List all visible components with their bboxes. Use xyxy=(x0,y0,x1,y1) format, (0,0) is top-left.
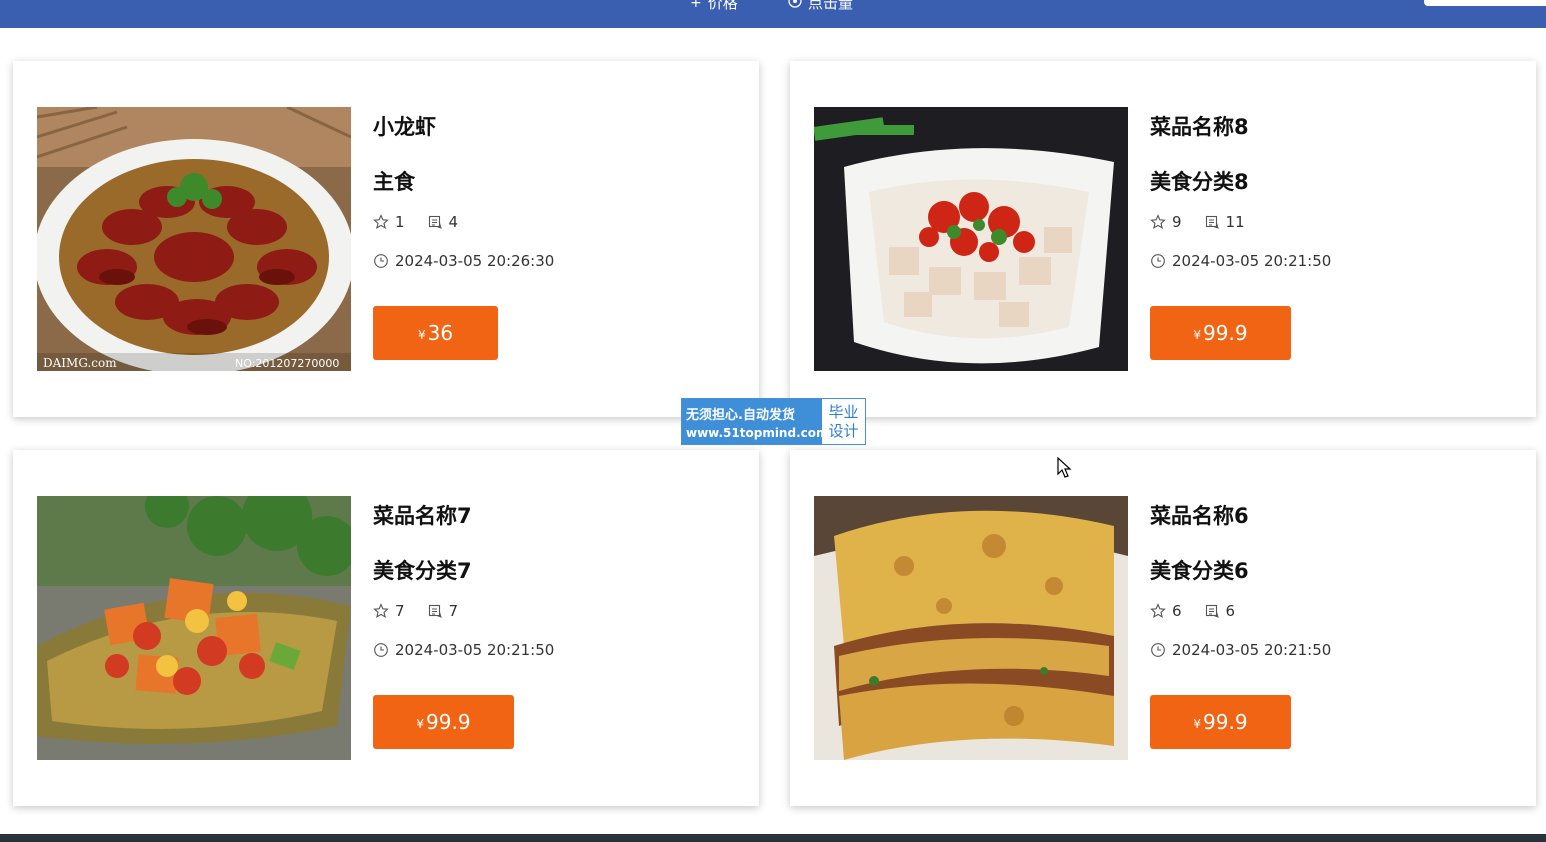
star-icon xyxy=(373,214,389,230)
dish-category: 美食分类6 xyxy=(1150,559,1249,583)
sort-by-price[interactable]: + 价格 xyxy=(690,0,738,13)
price-value: 99.9 xyxy=(1203,321,1248,345)
currency-symbol: ¥ xyxy=(1193,717,1202,731)
comment-icon xyxy=(427,214,443,230)
dish-name[interactable]: 菜品名称7 xyxy=(373,500,472,530)
eye-icon xyxy=(788,0,802,12)
time-text: 2024-03-05 20:21:50 xyxy=(395,641,555,659)
dish-name[interactable]: 菜品名称8 xyxy=(1150,111,1249,141)
sort-views-label: 点击量 xyxy=(808,0,854,12)
star-icon xyxy=(373,603,389,619)
dish-stats: 1 4 xyxy=(373,213,458,231)
comment-icon xyxy=(1204,214,1220,230)
star-icon xyxy=(1150,603,1166,619)
mouse-cursor-icon xyxy=(1057,456,1073,479)
pineapple-sweet-sour-dish-image xyxy=(37,496,351,760)
like-count: 1 xyxy=(395,213,405,231)
comment-icon xyxy=(1204,603,1220,619)
price-value: 99.9 xyxy=(426,710,471,734)
time-text: 2024-03-05 20:21:50 xyxy=(1172,252,1332,270)
dish-category: 美食分类7 xyxy=(373,559,472,583)
like-count: 7 xyxy=(395,602,405,620)
dish-stats: 6 6 xyxy=(1150,602,1235,620)
clock-icon xyxy=(1150,642,1166,658)
price-button[interactable]: ¥99.9 xyxy=(373,695,514,749)
dish-category: 美食分类8 xyxy=(1150,170,1249,194)
dish-card[interactable]: 菜品名称6 美食分类6 6 6 2024-03-05 20:21:50 ¥99.… xyxy=(790,450,1536,806)
watermark-line2: www.51topmind.com xyxy=(686,425,829,440)
comment-count: 6 xyxy=(1225,602,1236,620)
price-value: 36 xyxy=(427,321,454,345)
dish-image[interactable] xyxy=(814,107,1128,371)
image-watermark-right: NO:201207270000 xyxy=(235,357,339,370)
site-watermark-badge: 无须担心.自动发货 www.51topmind.com 毕业 设计 xyxy=(681,398,866,445)
currency-symbol: ¥ xyxy=(416,717,425,731)
dish-time: 2024-03-05 20:21:50 xyxy=(373,641,554,659)
dish-time: 2024-03-05 20:21:50 xyxy=(1150,641,1331,659)
price-button[interactable]: ¥99.9 xyxy=(1150,306,1291,360)
comment-count: 4 xyxy=(448,213,459,231)
dish-time: 2024-03-05 20:21:50 xyxy=(1150,252,1331,270)
like-count: 9 xyxy=(1172,213,1182,231)
search-input[interactable] xyxy=(1424,0,1546,6)
egg-pancake-roll-image xyxy=(814,496,1128,760)
dish-stats: 7 7 xyxy=(373,602,458,620)
dish-image[interactable]: DAIMG.com NO:201207270000 xyxy=(37,107,351,371)
sort-by-views[interactable]: 点击量 xyxy=(788,0,853,13)
dish-card[interactable]: 菜品名称7 美食分类7 7 7 2024-03-05 20:21:50 ¥99.… xyxy=(13,450,759,806)
price-button[interactable]: ¥99.9 xyxy=(1150,695,1291,749)
dish-time: 2024-03-05 20:26:30 xyxy=(373,252,554,270)
comment-count: 11 xyxy=(1225,213,1245,231)
watermark-text-block: 无须担心.自动发货 www.51topmind.com xyxy=(682,399,829,444)
like-count: 6 xyxy=(1172,602,1182,620)
sort-price-label: 价格 xyxy=(707,0,738,12)
dish-name[interactable]: 小龙虾 xyxy=(373,111,436,141)
currency-symbol: ¥ xyxy=(417,328,426,342)
price-value: 99.9 xyxy=(1203,710,1248,734)
image-watermark-left: DAIMG.com xyxy=(43,356,117,370)
price-button[interactable]: ¥36 xyxy=(373,306,498,360)
clock-icon xyxy=(1150,253,1166,269)
crayfish-dish-image: DAIMG.com NO:201207270000 xyxy=(37,107,351,371)
dish-category: 主食 xyxy=(373,170,415,194)
dish-card[interactable]: 菜品名称8 美食分类8 9 11 2024-03-05 20:21:50 ¥99… xyxy=(790,61,1536,417)
watermark-tag-line1: 毕业 xyxy=(828,402,859,421)
bottom-edge-strip xyxy=(0,834,1546,842)
comment-count: 7 xyxy=(448,602,459,620)
top-nav-bar: + 价格 点击量 xyxy=(0,0,1546,28)
currency-symbol: ¥ xyxy=(1193,328,1202,342)
time-text: 2024-03-05 20:21:50 xyxy=(1172,641,1332,659)
comment-icon xyxy=(427,603,443,619)
lotus-root-pepper-dish-image xyxy=(814,107,1128,371)
watermark-line1: 无须担心.自动发货 xyxy=(686,407,795,423)
dish-stats: 9 11 xyxy=(1150,213,1245,231)
time-text: 2024-03-05 20:26:30 xyxy=(395,252,555,270)
watermark-tag-line2: 设计 xyxy=(828,421,859,440)
dish-card[interactable]: DAIMG.com NO:201207270000 小龙虾 主食 1 4 202… xyxy=(13,61,759,417)
clock-icon xyxy=(373,642,389,658)
clock-icon xyxy=(373,253,389,269)
dish-image[interactable] xyxy=(814,496,1128,760)
dish-name[interactable]: 菜品名称6 xyxy=(1150,500,1249,530)
star-icon xyxy=(1150,214,1166,230)
plus-icon: + xyxy=(690,0,702,11)
watermark-tag: 毕业 设计 xyxy=(822,399,865,444)
dish-image[interactable] xyxy=(37,496,351,760)
